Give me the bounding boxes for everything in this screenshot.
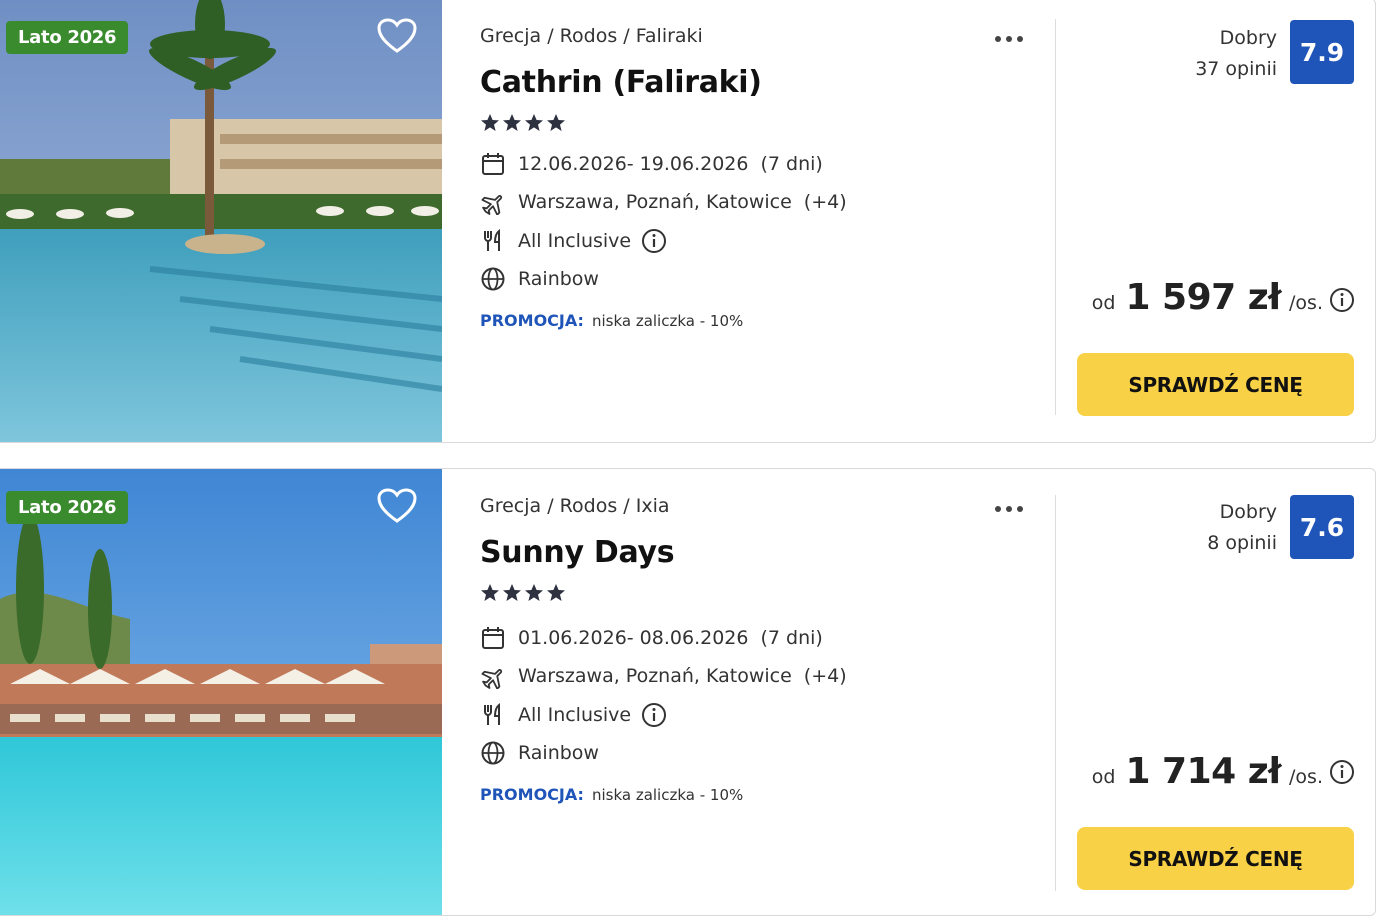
airplane-icon xyxy=(481,668,503,689)
breadcrumb-country[interactable]: Grecja xyxy=(480,495,541,517)
info-circle-icon[interactable] xyxy=(1329,759,1355,785)
star-icon xyxy=(525,584,543,601)
tour-operator: Rainbow xyxy=(518,742,599,764)
globe-icon xyxy=(481,741,505,765)
hotel-name[interactable]: Cathrin (Faliraki) xyxy=(480,65,762,100)
more-options-button[interactable] xyxy=(992,497,1028,521)
promotion: PROMOCJA: niska zaliczka - 10% xyxy=(480,311,743,330)
offer-card[interactable]: Lato 2026 Grecja / Rodos / Ixia Sunny Da… xyxy=(0,468,1376,916)
fork-knife-icon xyxy=(484,228,500,251)
operator-row: Rainbow xyxy=(480,266,599,292)
divider xyxy=(1055,495,1056,891)
price-from: od xyxy=(1091,292,1116,314)
hotel-photo-image xyxy=(0,469,442,915)
check-price-button[interactable]: SPRAWDŹ CENĘ xyxy=(1077,353,1354,416)
travel-duration: (7 dni) xyxy=(760,153,823,175)
tour-operator: Rainbow xyxy=(518,268,599,290)
hotel-photo[interactable]: Lato 2026 xyxy=(0,0,442,442)
more-dots-icon xyxy=(995,36,1023,42)
promo-text: niska zaliczka - 10% xyxy=(591,312,744,330)
price-value: 1 597 zł xyxy=(1125,277,1282,318)
offer-info: Grecja / Rodos / Faliraki Cathrin (Falir… xyxy=(480,0,1040,442)
favorite-button[interactable] xyxy=(376,487,418,525)
price-value: 1 714 zł xyxy=(1125,751,1282,792)
star-icon xyxy=(503,584,521,601)
departure-cities: Warszawa, Poznań, Katowice xyxy=(518,665,792,687)
check-price-button[interactable]: SPRAWDŹ CENĘ xyxy=(1077,827,1354,890)
breadcrumb-country[interactable]: Grecja xyxy=(480,25,541,47)
promotion: PROMOCJA: niska zaliczka - 10% xyxy=(480,785,743,804)
offer-info: Grecja / Rodos / Ixia Sunny Days 01.06.2… xyxy=(480,469,1040,915)
airplane-icon xyxy=(481,194,503,215)
dates-row: 12.06.2026- 19.06.2026 (7 dni) xyxy=(480,151,823,177)
hotel-stars xyxy=(480,113,566,133)
rating-label: Dobry xyxy=(1219,501,1277,523)
breadcrumb-city[interactable]: Ixia xyxy=(636,495,670,517)
departures-more[interactable]: (+4) xyxy=(804,665,847,687)
price-unit: /os. xyxy=(1289,766,1323,788)
board-row: All Inclusive xyxy=(480,228,667,254)
rating-score-badge: 7.9 xyxy=(1290,20,1354,84)
hotel-photo-image xyxy=(0,0,442,442)
star-icon xyxy=(547,584,565,601)
departures-more[interactable]: (+4) xyxy=(804,191,847,213)
reviews-count[interactable]: 37 opinii xyxy=(1195,54,1277,85)
info-circle-icon[interactable] xyxy=(641,228,667,254)
breadcrumb: Grecja / Rodos / Faliraki xyxy=(480,25,703,47)
hotel-stars xyxy=(480,583,566,603)
breadcrumb-region[interactable]: Rodos xyxy=(560,25,618,47)
hotel-name[interactable]: Sunny Days xyxy=(480,535,675,570)
season-badge: Lato 2026 xyxy=(6,491,129,524)
heart-outline-icon xyxy=(377,18,417,53)
promo-label: PROMOCJA: xyxy=(480,311,584,330)
info-circle-icon[interactable] xyxy=(1329,287,1355,313)
price-from: od xyxy=(1091,766,1116,788)
rating-label: Dobry xyxy=(1219,27,1277,49)
reviews-count[interactable]: 8 opinii xyxy=(1207,528,1277,559)
rating-score-badge: 7.6 xyxy=(1290,495,1354,559)
calendar-icon xyxy=(482,627,504,649)
offer-card[interactable]: Lato 2026 Grecja / Rodos / Faliraki Cath… xyxy=(0,0,1376,443)
star-icon xyxy=(481,114,499,131)
favorite-button[interactable] xyxy=(376,17,418,55)
price-unit: /os. xyxy=(1289,292,1323,314)
calendar-icon xyxy=(482,153,504,175)
promo-label: PROMOCJA: xyxy=(480,785,584,804)
rating-summary[interactable]: Dobry 8 opinii xyxy=(1207,497,1277,559)
hotel-photo[interactable]: Lato 2026 xyxy=(0,469,442,915)
travel-dates: 01.06.2026- 08.06.2026 xyxy=(518,627,749,649)
departures-row: Warszawa, Poznań, Katowice (+4) xyxy=(480,189,847,215)
more-dots-icon xyxy=(995,506,1023,512)
departure-cities: Warszawa, Poznań, Katowice xyxy=(518,191,792,213)
more-options-button[interactable] xyxy=(992,27,1028,51)
dates-row: 01.06.2026- 08.06.2026 (7 dni) xyxy=(480,625,823,651)
board-row: All Inclusive xyxy=(480,702,667,728)
globe-icon xyxy=(481,267,505,291)
price: od 1 597 zł /os. xyxy=(1092,277,1323,318)
breadcrumb-region[interactable]: Rodos xyxy=(560,495,618,517)
board-type: All Inclusive xyxy=(518,704,632,726)
heart-outline-icon xyxy=(377,488,417,523)
breadcrumb-city[interactable]: Faliraki xyxy=(636,25,703,47)
travel-duration: (7 dni) xyxy=(760,627,823,649)
operator-row: Rainbow xyxy=(480,740,599,766)
season-badge: Lato 2026 xyxy=(6,21,129,54)
fork-knife-icon xyxy=(484,702,500,725)
departures-row: Warszawa, Poznań, Katowice (+4) xyxy=(480,663,847,689)
board-type: All Inclusive xyxy=(518,230,632,252)
divider xyxy=(1055,19,1056,415)
star-icon xyxy=(525,114,543,131)
star-icon xyxy=(481,584,499,601)
info-circle-icon[interactable] xyxy=(641,702,667,728)
rating-summary[interactable]: Dobry 37 opinii xyxy=(1195,23,1277,85)
star-icon xyxy=(503,114,521,131)
price: od 1 714 zł /os. xyxy=(1092,751,1323,792)
star-icon xyxy=(547,114,565,131)
travel-dates: 12.06.2026- 19.06.2026 xyxy=(518,153,749,175)
breadcrumb: Grecja / Rodos / Ixia xyxy=(480,495,670,517)
promo-text: niska zaliczka - 10% xyxy=(591,786,744,804)
